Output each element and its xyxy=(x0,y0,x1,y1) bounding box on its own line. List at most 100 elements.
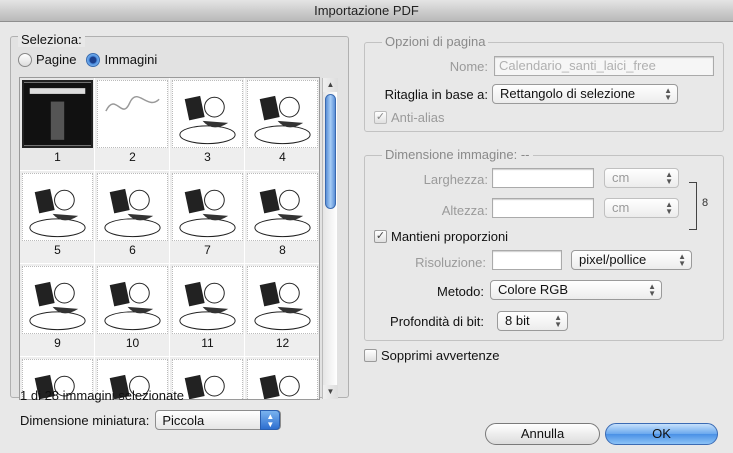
thumbnail-image xyxy=(172,266,243,334)
thumbnail-item[interactable]: 5 xyxy=(20,171,95,264)
mode-select[interactable]: Colore RGB ▲ ▼ xyxy=(490,280,662,300)
scroll-down-arrow-icon[interactable]: ▼ xyxy=(323,385,338,399)
height-label: Altezza: xyxy=(441,203,488,218)
updown-arrows-icon: ▲ ▼ xyxy=(665,200,673,216)
crop-value: Rettangolo di selezione xyxy=(500,86,636,101)
thumbnail-number: 1 xyxy=(54,150,61,164)
thumbnail-image xyxy=(247,173,318,241)
name-label: Nome: xyxy=(449,59,488,74)
thumbnail-number: 12 xyxy=(275,336,290,350)
scroll-up-arrow-icon[interactable]: ▲ xyxy=(323,78,338,92)
antialias-label: Anti-alias xyxy=(391,110,445,125)
crop-label: Ritaglia in base a: xyxy=(384,87,488,102)
radio-images[interactable]: Immagini xyxy=(86,52,157,67)
thumbnail-size-select[interactable]: Piccola ▲ ▼ xyxy=(155,410,282,430)
chain-link-icon: 8 xyxy=(702,197,709,209)
scroll-thumb[interactable] xyxy=(325,94,336,209)
thumbnail-size-row: Dimensione miniatura: Piccola ▲ ▼ xyxy=(20,410,282,430)
thumbnail-image xyxy=(97,80,168,148)
selection-status: 1 di 28 immagini selezionate xyxy=(20,388,185,403)
bit-depth-select[interactable]: 8 bit ▲ ▼ xyxy=(497,311,568,331)
updown-arrows-icon: ▲ ▼ xyxy=(554,313,562,329)
constrain-proportions-label: Mantieni proporzioni xyxy=(391,229,509,244)
proportion-bracket xyxy=(689,182,697,230)
import-dialog: Seleziona: Pagine Immagini 1 2 3 4 5 6 7 8 9 10 11… xyxy=(0,22,733,453)
thumbnail-number: 8 xyxy=(279,243,286,257)
antialias-checkbox[interactable]: ✓ Anti-alias xyxy=(374,110,444,125)
thumbnail-item[interactable] xyxy=(245,357,319,399)
thumbnail-number: 11 xyxy=(201,336,214,350)
thumbnail-image xyxy=(247,359,318,399)
radio-pages-label: Pagine xyxy=(36,52,77,67)
thumbnail-number: 10 xyxy=(125,336,140,350)
thumbnail-number: 2 xyxy=(129,150,136,164)
thumbnail-number: 5 xyxy=(54,243,61,257)
thumbnail-image xyxy=(172,80,243,148)
thumbnail-image xyxy=(172,173,243,241)
thumbnail-image xyxy=(22,266,93,334)
thumbnail-number: 3 xyxy=(204,150,211,164)
thumbnail-item[interactable]: 7 xyxy=(170,171,245,264)
resolution-unit-select[interactable]: pixel/pollice ▲ ▼ xyxy=(571,250,692,270)
page-options-legend: Opzioni di pagina xyxy=(382,34,489,49)
updown-arrows-icon: ▲ ▼ xyxy=(665,170,673,186)
name-field[interactable]: Calendario_santi_laici_free xyxy=(494,56,714,76)
thumbnail-image xyxy=(97,173,168,241)
thumbnail-number: 6 xyxy=(129,243,136,257)
thumbnail-size-label: Dimensione miniatura: xyxy=(20,412,150,428)
thumbnail-size-value: Piccola xyxy=(162,412,205,428)
thumbnail-image xyxy=(22,80,93,148)
thumbnail-image xyxy=(247,266,318,334)
cancel-button[interactable]: Annulla xyxy=(485,423,600,445)
constrain-proportions-checkbox[interactable]: ✓ Mantieni proporzioni xyxy=(374,229,508,244)
thumbnail-image xyxy=(247,80,318,148)
thumbnail-number: 9 xyxy=(54,336,61,350)
thumbnail-scrollbar[interactable]: ▲ ▼ xyxy=(322,78,338,399)
crop-select[interactable]: Rettangolo di selezione ▲ ▼ xyxy=(492,84,678,104)
radio-images-label: Immagini xyxy=(104,52,158,67)
thumbnail-item[interactable]: 12 xyxy=(245,264,319,357)
mode-radio-group: Pagine Immagini xyxy=(18,52,161,67)
height-unit-select[interactable]: cm ▲ ▼ xyxy=(604,198,679,218)
window-title: Importazione PDF xyxy=(0,0,733,22)
thumbnail-item[interactable]: 6 xyxy=(95,171,170,264)
thumbnail-item[interactable]: 1 xyxy=(20,78,95,171)
width-label: Larghezza: xyxy=(423,172,488,187)
thumbnail-list[interactable]: 1 2 3 4 5 6 7 8 9 10 11 12 xyxy=(19,77,320,400)
width-unit-select[interactable]: cm ▲ ▼ xyxy=(604,168,679,188)
updown-arrows-icon: ▲ ▼ xyxy=(260,410,281,430)
image-size-legend: Dimensione immagine: -- xyxy=(382,147,533,162)
suppress-warnings-label: Sopprimi avvertenze xyxy=(381,348,500,363)
radio-pages-button[interactable] xyxy=(18,52,32,67)
width-field[interactable] xyxy=(492,168,594,188)
thumbnail-item[interactable]: 4 xyxy=(245,78,319,171)
thumbnail-item[interactable]: 9 xyxy=(20,264,95,357)
thumbnail-number: 7 xyxy=(204,243,211,257)
radio-images-button[interactable] xyxy=(86,52,101,67)
height-field[interactable] xyxy=(492,198,594,218)
height-unit-value: cm xyxy=(612,200,630,215)
thumbnail-grid: 1 2 3 4 5 6 7 8 9 10 11 12 xyxy=(20,78,319,399)
mode-label: Metodo: xyxy=(437,284,484,299)
updown-arrows-icon: ▲ ▼ xyxy=(664,86,672,102)
thumbnail-number: 4 xyxy=(279,150,286,164)
bit-depth-label: Profondità di bit: xyxy=(390,314,484,329)
selection-legend: Seleziona: xyxy=(18,32,85,47)
thumbnail-item[interactable]: 2 xyxy=(95,78,170,171)
resolution-label: Risoluzione: xyxy=(415,255,486,270)
thumbnail-image xyxy=(97,266,168,334)
checkmark-icon: ✓ xyxy=(374,111,387,124)
thumbnail-item[interactable]: 11 xyxy=(170,264,245,357)
checkbox-box xyxy=(364,349,377,362)
thumbnail-image xyxy=(22,173,93,241)
bit-depth-value: 8 bit xyxy=(505,313,530,328)
resolution-field[interactable] xyxy=(492,250,562,270)
thumbnail-item[interactable]: 10 xyxy=(95,264,170,357)
mode-value: Colore RGB xyxy=(498,282,569,297)
ok-button[interactable]: OK xyxy=(605,423,718,445)
suppress-warnings-checkbox[interactable]: Sopprimi avvertenze xyxy=(364,348,500,363)
width-unit-value: cm xyxy=(612,170,630,185)
thumbnail-item[interactable]: 8 xyxy=(245,171,319,264)
radio-pages[interactable]: Pagine xyxy=(18,52,76,67)
thumbnail-item[interactable]: 3 xyxy=(170,78,245,171)
